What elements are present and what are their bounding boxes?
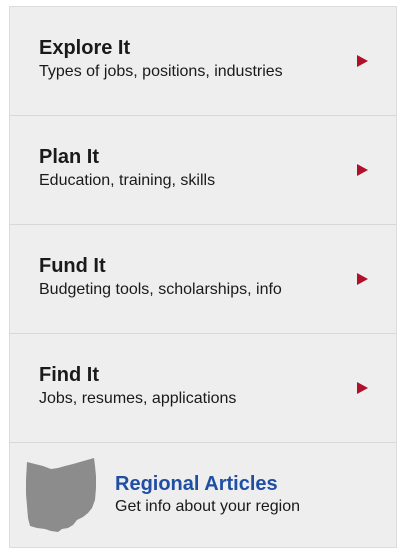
menu-item-subtitle: Budgeting tools, scholarships, info [39,281,282,298]
menu-item-plan-it[interactable]: Plan It Education, training, skills [10,116,396,225]
arrow-right-icon[interactable] [357,382,368,394]
regional-articles-subtitle: Get info about your region [115,498,301,515]
menu-item-subtitle: Jobs, resumes, applications [39,390,237,407]
menu-item-subtitle: Types of jobs, positions, industries [39,63,283,80]
arrow-right-icon[interactable] [357,55,368,67]
menu-item-title: Find It [39,364,99,386]
menu-item-fund-it[interactable]: Fund It Budgeting tools, scholarships, i… [10,225,396,334]
menu-item-title: Plan It [39,146,100,168]
menu-item-title: Explore It [39,37,131,59]
menu-item-title: Fund It [39,255,106,277]
arrow-right-icon[interactable] [357,273,368,285]
ohio-state-icon[interactable] [25,458,97,534]
regional-articles-title[interactable]: Regional Articles [115,473,278,495]
menu-item-subtitle: Education, training, skills [39,172,216,189]
menu-item-find-it[interactable]: Find It Jobs, resumes, applications [10,334,396,443]
arrow-right-icon[interactable] [357,164,368,176]
regional-articles-link[interactable]: Regional Articles Get info about your re… [10,443,396,547]
career-menu: Explore It Types of jobs, positions, ind… [9,6,397,548]
menu-item-explore-it[interactable]: Explore It Types of jobs, positions, ind… [10,7,396,116]
